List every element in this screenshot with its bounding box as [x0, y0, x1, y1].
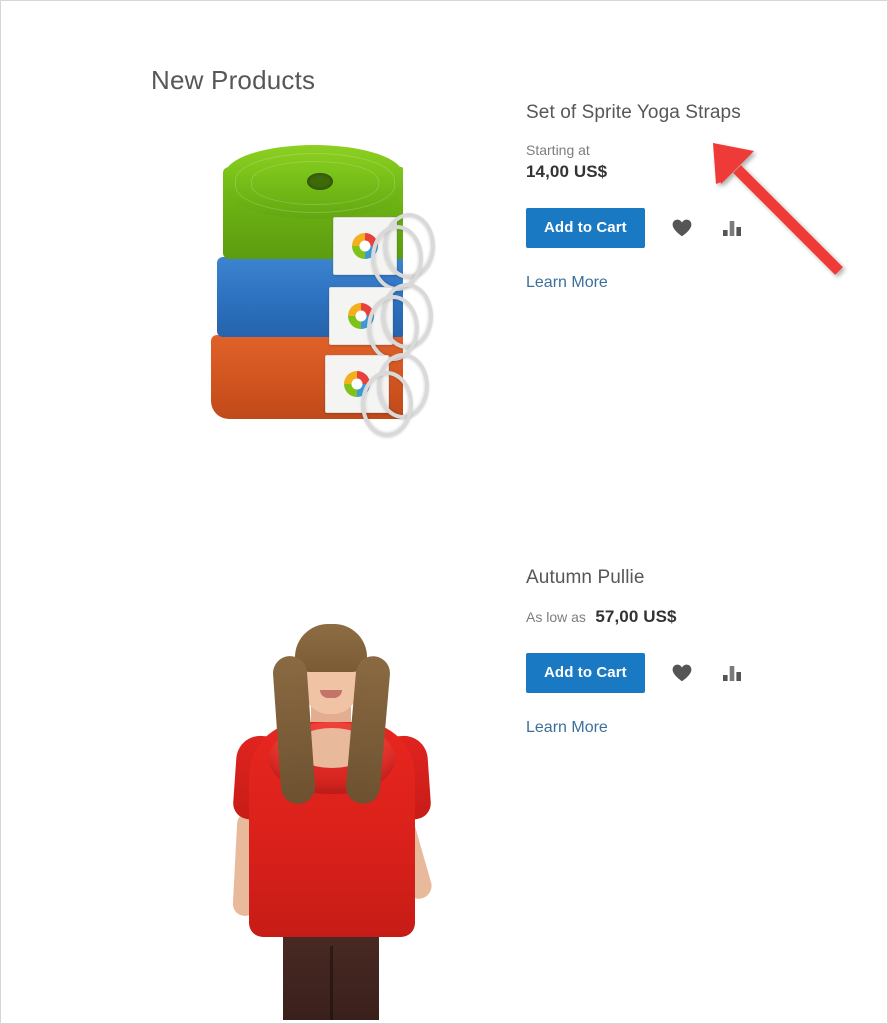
model-leggings	[283, 928, 379, 1020]
product-actions: Add to Cart	[526, 208, 856, 248]
price-box: Starting at 14,00 US$	[526, 142, 856, 182]
product-image-autumn-pullie[interactable]	[151, 566, 511, 1020]
add-to-compare-button[interactable]	[719, 215, 745, 241]
price-label: Starting at	[526, 142, 590, 158]
product-name-link[interactable]: Set of Sprite Yoga Straps	[526, 102, 741, 123]
price-value: 57,00 US$	[595, 607, 677, 626]
price-label: As low as	[526, 609, 586, 625]
compare-bars-icon	[722, 219, 742, 237]
add-to-wishlist-button[interactable]	[669, 215, 695, 241]
add-to-compare-button[interactable]	[719, 660, 745, 686]
product-actions: Add to Cart	[526, 653, 856, 693]
learn-more-link[interactable]: Learn More	[526, 274, 608, 292]
learn-more-link[interactable]: Learn More	[526, 719, 608, 737]
roll-core	[307, 173, 333, 190]
model-hair-top	[295, 624, 367, 672]
autumn-pullie-illustration	[191, 576, 471, 1020]
d-ring	[367, 295, 419, 361]
product-name-link[interactable]: Autumn Pullie	[526, 567, 645, 588]
heart-icon	[672, 219, 692, 237]
price-value: 14,00 US$	[526, 162, 608, 181]
product-item: Set of Sprite Yoga Straps Starting at 14…	[1, 101, 887, 531]
add-to-cart-button[interactable]: Add to Cart	[526, 653, 645, 693]
product-details: Set of Sprite Yoga Straps Starting at 14…	[526, 101, 856, 292]
product-listing-page: New Products Set of Sprite Yoga Straps S…	[0, 0, 888, 1024]
add-to-cart-button[interactable]: Add to Cart	[526, 208, 645, 248]
product-image-set-of-sprite-yoga-straps[interactable]	[151, 101, 511, 489]
page-title: New Products	[151, 65, 316, 96]
d-ring	[361, 371, 413, 437]
product-item: Autumn Pullie As low as 57,00 US$ Add to…	[1, 566, 887, 1020]
d-ring	[371, 225, 423, 291]
strap-roll	[225, 145, 403, 219]
add-to-wishlist-button[interactable]	[669, 660, 695, 686]
price-box: As low as 57,00 US$	[526, 607, 856, 627]
heart-icon	[672, 664, 692, 682]
yoga-straps-illustration	[201, 139, 461, 489]
compare-bars-icon	[722, 664, 742, 682]
product-details: Autumn Pullie As low as 57,00 US$ Add to…	[526, 566, 856, 737]
